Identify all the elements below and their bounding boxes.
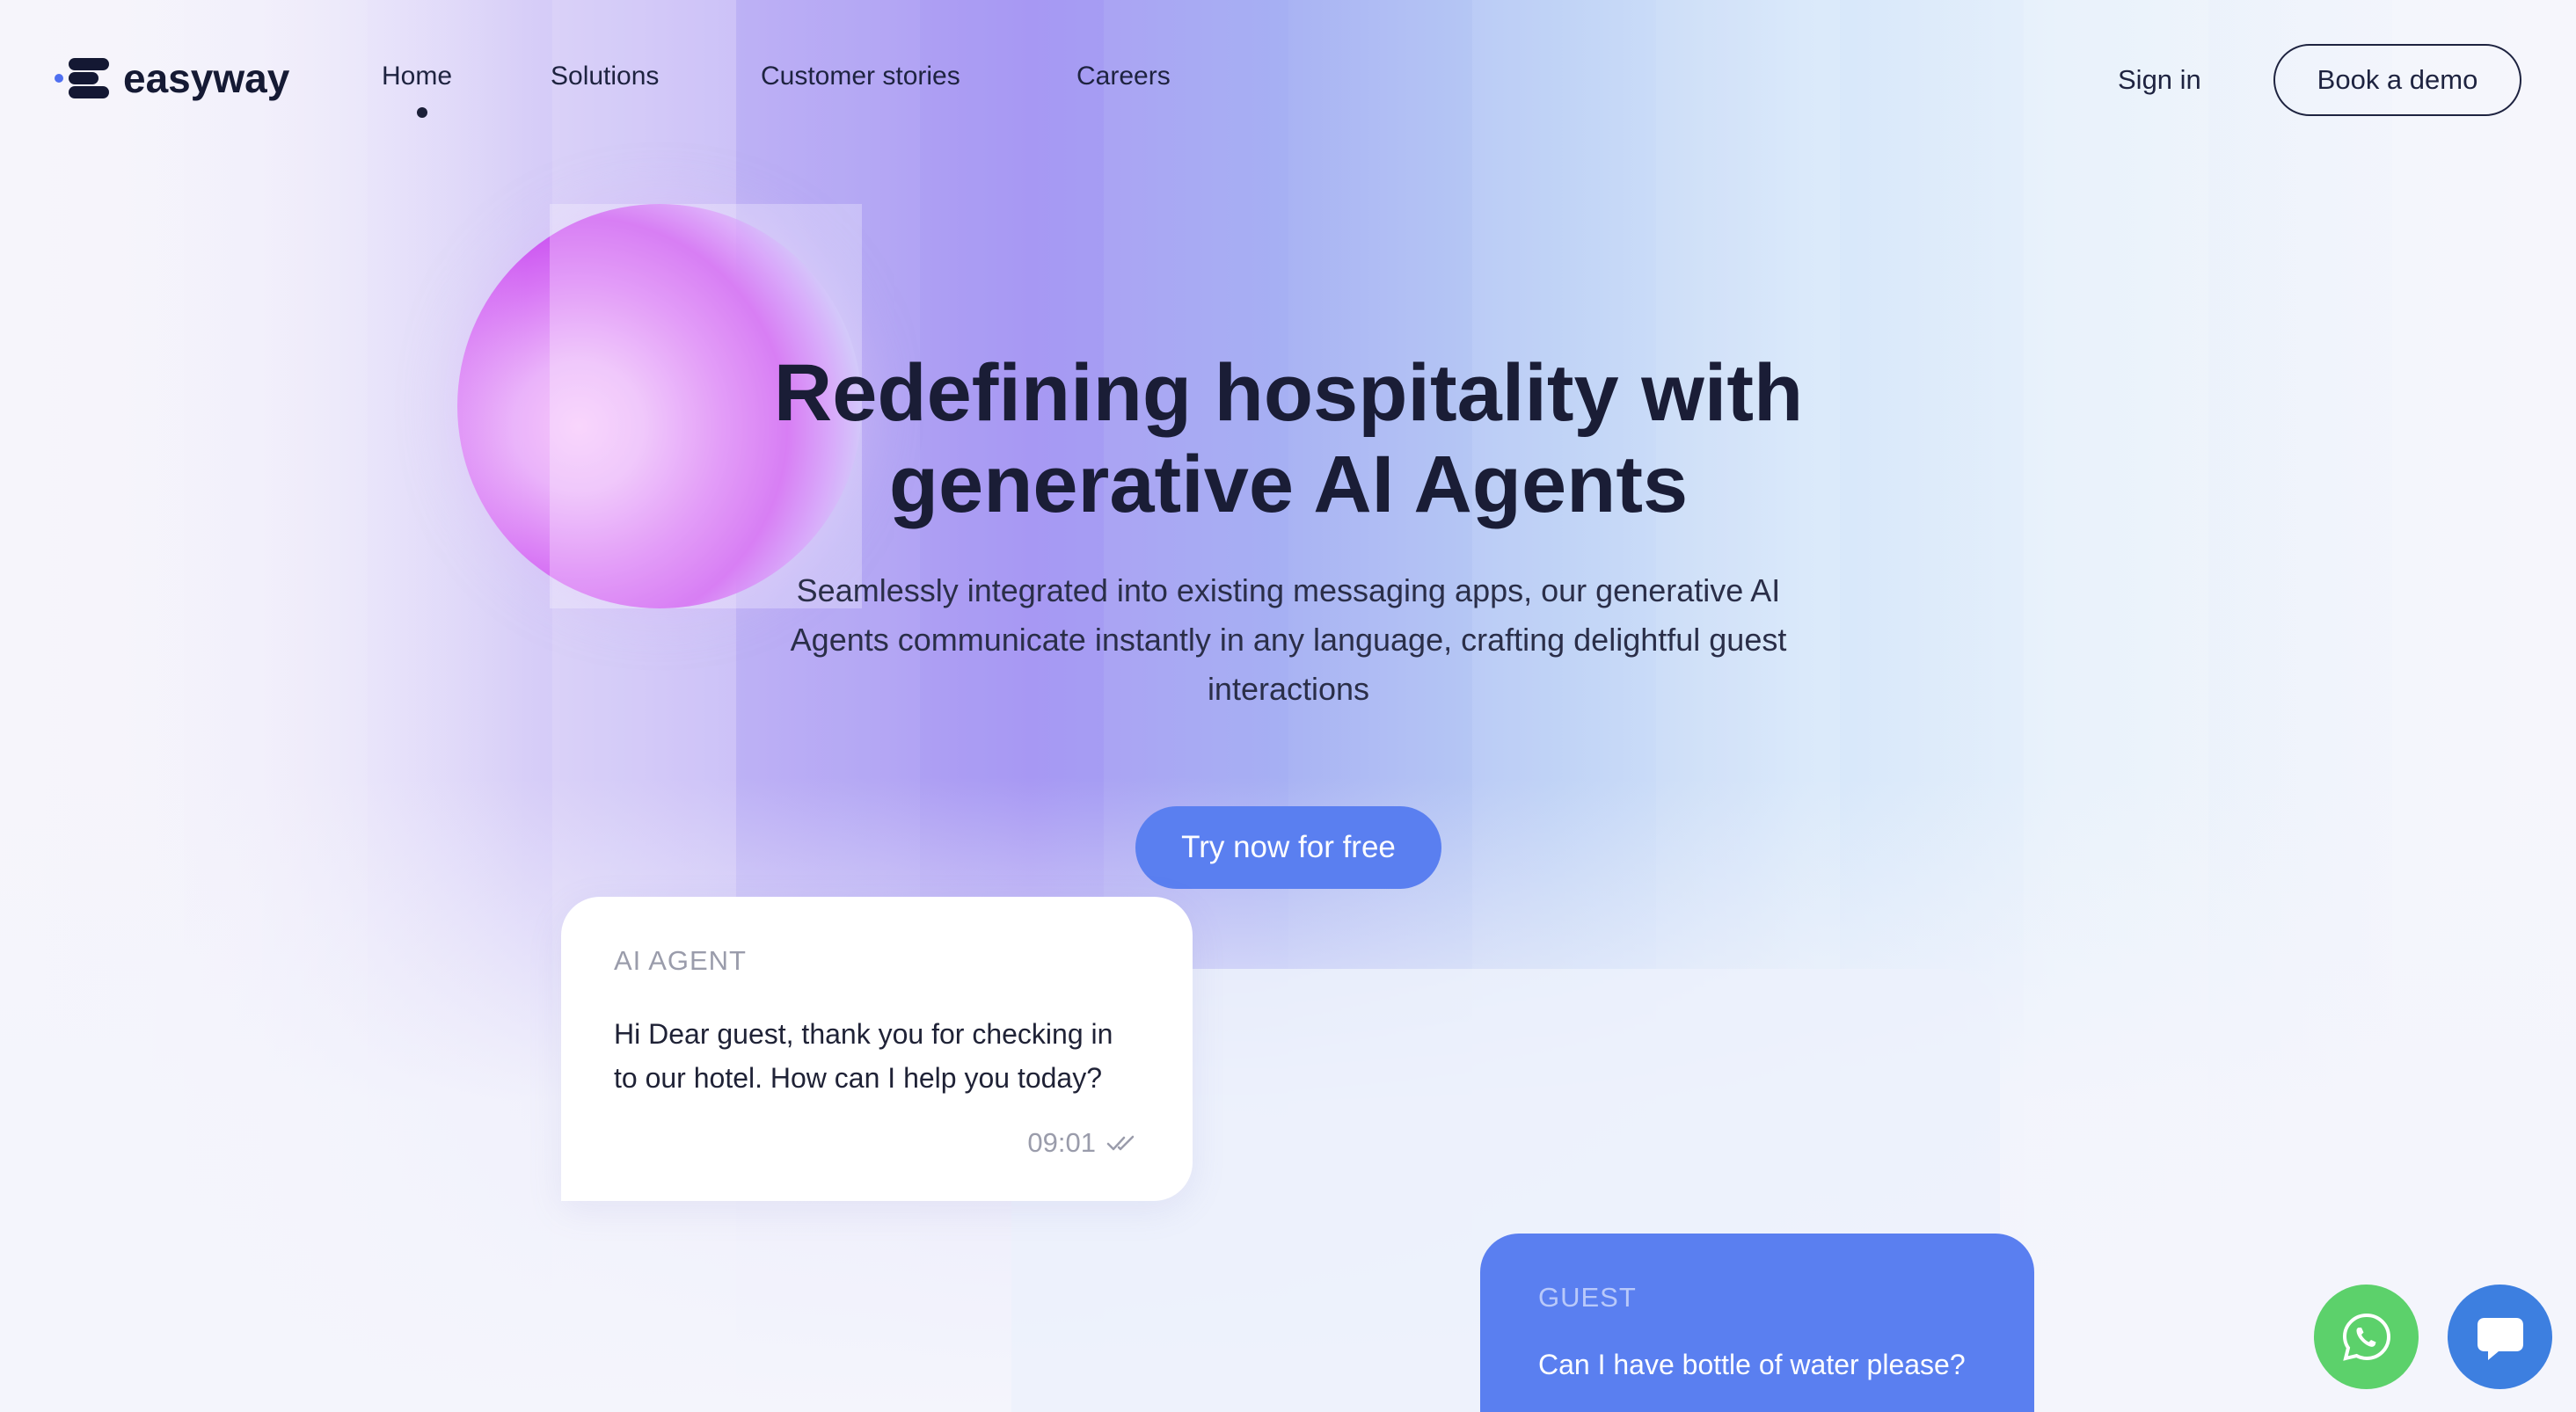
message-timestamp: 09:01 <box>1027 1127 1140 1159</box>
try-free-button[interactable]: Try now for free <box>1135 806 1441 889</box>
book-demo-button[interactable]: Book a demo <box>2273 44 2521 116</box>
subtext-line-2: Agents communicate instantly in any lang… <box>790 622 1787 658</box>
nav-link-customer-stories[interactable]: Customer stories <box>761 62 960 91</box>
guest-message-bubble: GUEST Can I have bottle of water please? <box>1480 1234 2034 1412</box>
whatsapp-button[interactable] <box>2314 1285 2419 1389</box>
message-time: 09:01 <box>1027 1127 1096 1158</box>
top-navigation: easyway Home Solutions Customer stories … <box>0 0 2576 158</box>
nav-link-careers[interactable]: Careers <box>1076 62 1171 91</box>
ai-agent-message-text: Hi Dear guest, thank you for checking in… <box>614 1012 1140 1100</box>
whatsapp-icon <box>2342 1313 2390 1361</box>
chat-bubble-icon <box>2477 1317 2523 1360</box>
guest-sender-label: GUEST <box>1538 1282 1637 1313</box>
logo-mark-icon <box>69 56 113 100</box>
hero-subtext: Seamlessly integrated into existing mess… <box>739 566 1838 714</box>
logo-dot <box>55 74 63 83</box>
brand-logo[interactable]: easyway <box>55 55 289 102</box>
nav-link-solutions[interactable]: Solutions <box>551 62 659 91</box>
subtext-line-3: interactions <box>1207 671 1370 707</box>
ai-message-line-2: to our hotel. How can I help you today? <box>614 1062 1103 1094</box>
hero-headline: Redefining hospitality with generative A… <box>598 347 1979 530</box>
nav-link-home[interactable]: Home <box>382 62 452 91</box>
ai-agent-sender-label: AI AGENT <box>614 945 747 976</box>
sign-in-link[interactable]: Sign in <box>2118 64 2201 96</box>
headline-line-2: generative AI Agents <box>888 440 1689 529</box>
guest-message-text: Can I have bottle of water please? <box>1538 1349 1966 1380</box>
ai-agent-message-bubble: AI AGENT Hi Dear guest, thank you for ch… <box>561 897 1193 1201</box>
subtext-line-1: Seamlessly integrated into existing mess… <box>796 572 1781 608</box>
active-indicator-dot <box>417 107 427 118</box>
double-check-icon <box>1106 1135 1135 1151</box>
headline-line-1: Redefining hospitality with <box>773 348 1804 438</box>
live-chat-button[interactable] <box>2448 1285 2552 1389</box>
logo-wordmark: easyway <box>123 55 290 101</box>
ai-message-line-1: Hi Dear guest, thank you for checking in <box>614 1018 1113 1050</box>
